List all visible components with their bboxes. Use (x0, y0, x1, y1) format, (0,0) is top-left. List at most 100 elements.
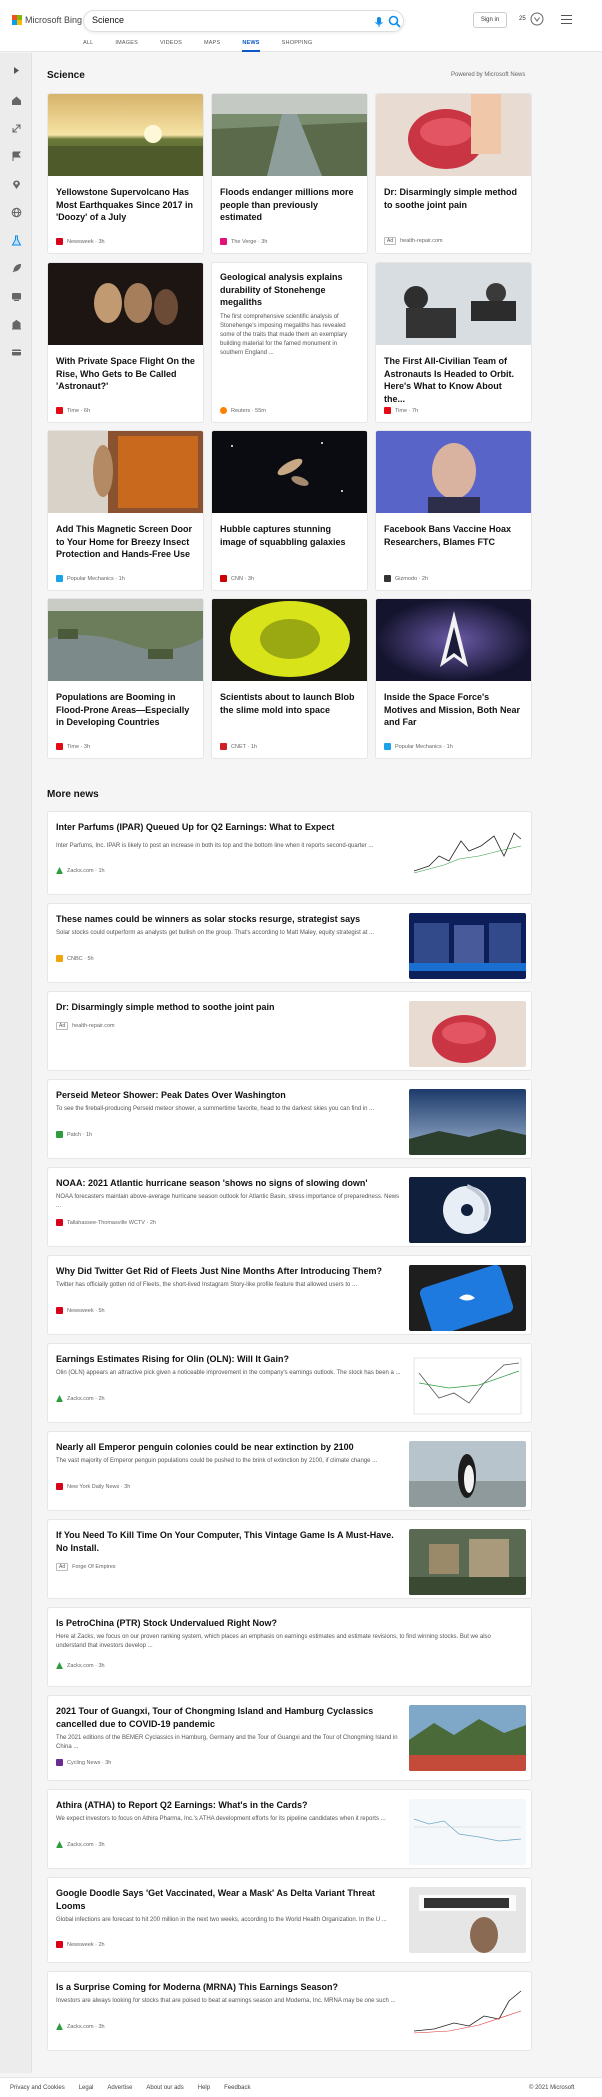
card-title[interactable]: Populations are Booming in Flood-Prone A… (56, 691, 195, 729)
zacks-logo-icon (56, 867, 63, 874)
news-row[interactable]: Inter Parfums (IPAR) Queued Up for Q2 Ea… (47, 811, 532, 895)
row-thumbnail (409, 913, 526, 979)
news-row[interactable]: NOAA: 2021 Atlantic hurricane season 'sh… (47, 1167, 532, 1247)
card-source: Time · 3h (56, 743, 90, 750)
feedback-link[interactable]: Feedback (224, 2085, 250, 2091)
flag-icon[interactable] (9, 149, 23, 163)
row-title[interactable]: NOAA: 2021 Atlantic hurricane season 'sh… (56, 1177, 401, 1190)
sign-in-button[interactable]: Sign in (473, 12, 507, 28)
card-title[interactable]: With Private Space Flight On the Rise, W… (56, 355, 195, 393)
ad-row[interactable]: If You Need To Kill Time On Your Compute… (47, 1519, 532, 1599)
news-row[interactable]: Google Doodle Says 'Get Vaccinated, Wear… (47, 1877, 532, 1963)
row-title[interactable]: Is a Surprise Coming for Moderna (MRNA) … (56, 1981, 401, 1994)
privacy-link[interactable]: Privacy and Cookies (10, 2085, 65, 2091)
row-thumbnail (409, 1887, 526, 1953)
row-thumbnail (409, 1441, 526, 1507)
news-card[interactable]: Scientists about to launch Blob the slim… (211, 598, 368, 759)
card-icon[interactable] (9, 345, 23, 359)
news-card[interactable]: Geological analysis explains durability … (211, 262, 368, 423)
search-icon[interactable] (388, 15, 401, 28)
card-title[interactable]: Add This Magnetic Screen Door to Your Ho… (56, 523, 195, 561)
cnbc-logo-icon (56, 955, 63, 962)
ad-card[interactable]: Dr: Disarmingly simple method to soothe … (375, 93, 532, 254)
card-title[interactable]: Facebook Bans Vaccine Hoax Researchers, … (384, 523, 523, 548)
news-card[interactable]: Add This Magnetic Screen Door to Your Ho… (47, 430, 204, 591)
news-card[interactable]: Hubble captures stunning image of squabb… (211, 430, 368, 591)
news-row[interactable]: Why Did Twitter Get Rid of Fleets Just N… (47, 1255, 532, 1335)
globe-icon[interactable] (9, 205, 23, 219)
rewards-count[interactable]: 25 (519, 16, 526, 22)
row-title[interactable]: If You Need To Kill Time On Your Compute… (56, 1529, 401, 1554)
row-snippet: NOAA forecasters maintain above-average … (56, 1194, 400, 1209)
card-title[interactable]: Yellowstone Supervolcano Has Most Earthq… (56, 186, 195, 224)
news-card[interactable]: Floods endanger millions more people tha… (211, 93, 368, 254)
card-source: Time · 6h (56, 407, 90, 414)
tab-news[interactable]: NEWS (242, 40, 260, 52)
building-icon[interactable] (9, 317, 23, 331)
row-title[interactable]: Athira (ATHA) to Report Q2 Earnings: Wha… (56, 1799, 401, 1812)
tv-icon[interactable] (9, 289, 23, 303)
row-snippet: Olin (OLN) appears an attractive pick gi… (56, 1370, 401, 1376)
search-input[interactable] (92, 15, 352, 25)
tab-shopping[interactable]: SHOPPING (282, 40, 313, 52)
news-card[interactable]: Yellowstone Supervolcano Has Most Earthq… (47, 93, 204, 254)
location-icon[interactable] (9, 177, 23, 191)
tab-maps[interactable]: MAPS (204, 40, 220, 52)
home-icon[interactable] (9, 93, 23, 107)
expand-icon[interactable] (9, 63, 23, 77)
card-title[interactable]: Floods endanger millions more people tha… (220, 186, 359, 224)
row-title[interactable]: Nearly all Emperor penguin colonies coul… (56, 1441, 401, 1454)
row-snippet: Inter Parfums, Inc. IPAR is likely to po… (56, 843, 374, 849)
news-card[interactable]: Populations are Booming in Flood-Prone A… (47, 598, 204, 759)
tab-all[interactable]: ALL (83, 40, 93, 52)
news-row[interactable]: Is a Surprise Coming for Moderna (MRNA) … (47, 1971, 532, 2051)
help-link[interactable]: Help (198, 2085, 210, 2091)
row-title[interactable]: Dr: Disarmingly simple method to soothe … (56, 1001, 401, 1014)
news-row[interactable]: Athira (ATHA) to Report Q2 Earnings: Wha… (47, 1789, 532, 1869)
news-row[interactable]: Perseid Meteor Shower: Peak Dates Over W… (47, 1079, 532, 1159)
science-icon[interactable] (9, 233, 23, 247)
news-card[interactable]: The First All-Civilian Team of Astronaut… (375, 262, 532, 423)
legal-link[interactable]: Legal (79, 2085, 94, 2091)
row-source: Zacks.com · 3h (56, 1841, 105, 1848)
microphone-icon[interactable] (373, 16, 385, 28)
card-title[interactable]: Inside the Space Force's Motives and Mis… (384, 691, 523, 729)
card-source: Ad health-repair.com (384, 237, 443, 245)
row-title[interactable]: These names could be winners as solar st… (56, 913, 401, 926)
row-title[interactable]: Why Did Twitter Get Rid of Fleets Just N… (56, 1265, 401, 1278)
rocket-icon[interactable] (9, 261, 23, 275)
news-row[interactable]: 2021 Tour of Guangxi, Tour of Chongming … (47, 1695, 532, 1781)
row-title[interactable]: Is PetroChina (PTR) Stock Undervalued Ri… (56, 1617, 401, 1630)
ad-row[interactable]: Dr: Disarmingly simple method to soothe … (47, 991, 532, 1071)
row-thumbnail (409, 1353, 526, 1419)
row-source: Zacks.com · 3h (56, 1662, 105, 1669)
search-box[interactable] (83, 10, 404, 32)
row-title[interactable]: Google Doodle Says 'Get Vaccinated, Wear… (56, 1887, 401, 1912)
card-title[interactable]: Dr: Disarmingly simple method to soothe … (384, 186, 523, 211)
card-image (376, 94, 531, 176)
news-card[interactable]: Facebook Bans Vaccine Hoax Researchers, … (375, 430, 532, 591)
card-title[interactable]: The First All-Civilian Team of Astronaut… (384, 355, 523, 405)
row-title[interactable]: Earnings Estimates Rising for Olin (OLN)… (56, 1353, 401, 1366)
card-title[interactable]: Scientists about to launch Blob the slim… (220, 691, 359, 716)
row-title[interactable]: Inter Parfums (IPAR) Queued Up for Q2 Ea… (56, 821, 401, 834)
card-title[interactable]: Hubble captures stunning image of squabb… (220, 523, 359, 548)
resize-icon[interactable] (9, 121, 23, 135)
row-title[interactable]: 2021 Tour of Guangxi, Tour of Chongming … (56, 1705, 401, 1730)
news-row[interactable]: Is PetroChina (PTR) Stock Undervalued Ri… (47, 1607, 532, 1687)
menu-icon[interactable] (561, 15, 572, 24)
news-row[interactable]: Earnings Estimates Rising for Olin (OLN)… (47, 1343, 532, 1423)
tab-videos[interactable]: VIDEOS (160, 40, 182, 52)
news-card[interactable]: With Private Space Flight On the Rise, W… (47, 262, 204, 423)
logo-text: Microsoft Bing (25, 15, 83, 25)
row-title[interactable]: Perseid Meteor Shower: Peak Dates Over W… (56, 1089, 401, 1102)
about-ads-link[interactable]: About our ads (146, 2085, 183, 2091)
news-row[interactable]: These names could be winners as solar st… (47, 903, 532, 983)
advertise-link[interactable]: Advertise (107, 2085, 132, 2091)
rewards-icon[interactable] (530, 12, 544, 26)
news-card[interactable]: Inside the Space Force's Motives and Mis… (375, 598, 532, 759)
card-title[interactable]: Geological analysis explains durability … (220, 271, 359, 309)
bing-logo[interactable]: Microsoft Bing (12, 15, 82, 25)
tab-images[interactable]: IMAGES (115, 40, 138, 52)
news-row[interactable]: Nearly all Emperor penguin colonies coul… (47, 1431, 532, 1511)
